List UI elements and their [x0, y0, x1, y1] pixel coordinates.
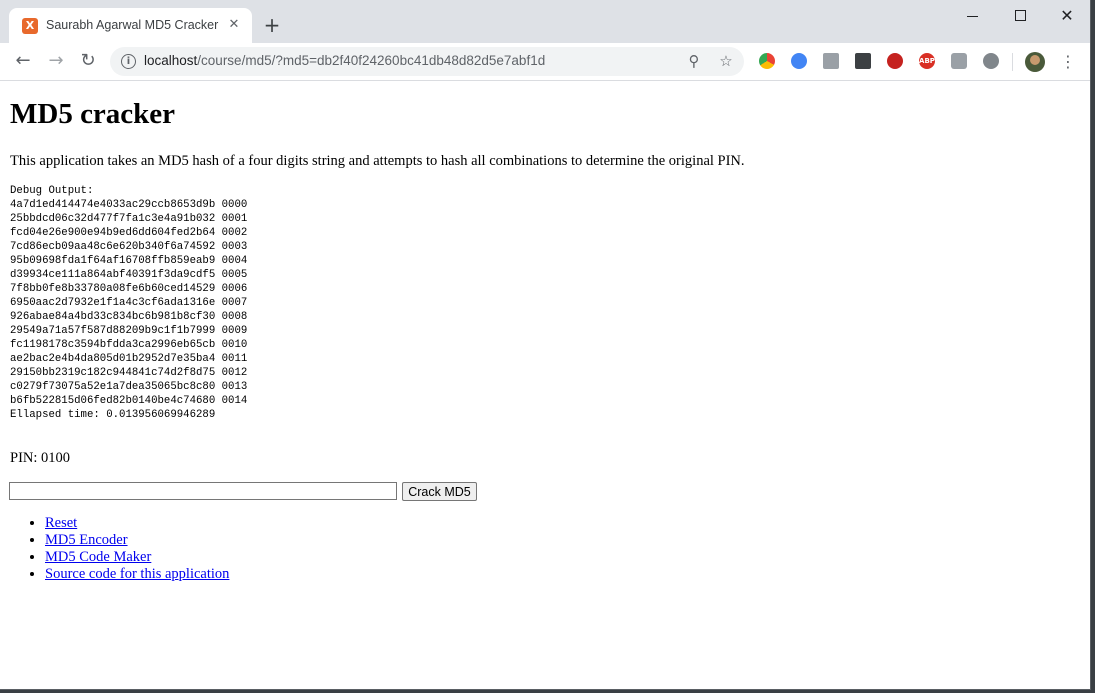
debug-line: d39934ce111a864abf40391f3da9cdf5 0005 [10, 269, 248, 281]
md5-input[interactable] [9, 482, 397, 500]
camera-extension-icon[interactable] [951, 53, 967, 69]
debug-line: 29549a71a57f587d88209b9c1f1b7999 0009 [10, 325, 248, 337]
minimize-icon [967, 16, 978, 17]
bookmark-star-icon[interactable]: ☆ [717, 52, 735, 70]
site-info-icon[interactable]: i [121, 54, 136, 69]
maximize-button[interactable] [997, 4, 1043, 28]
url-path: /course/md5/?md5=db2f40f24260bc41db48d82… [197, 53, 546, 68]
sync-extension-icon[interactable] [791, 53, 807, 69]
browser-toolbar: ← → ↻ i localhost/course/md5/?md5=db2f40… [0, 43, 1090, 81]
url-host: localhost [144, 53, 198, 68]
debug-line: 7cd86ecb09aa48c6e620b340f6a74592 0003 [10, 241, 248, 253]
list-item: Source code for this application [45, 566, 229, 583]
elapsed-time: Ellapsed time: 0.013956069946289 [10, 409, 216, 421]
list-item: MD5 Encoder [45, 532, 229, 549]
page-description: This application takes an MD5 hash of a … [10, 153, 745, 169]
page-content: MD5 cracker This application takes an MD… [0, 81, 1090, 689]
debug-line: b6fb522815d06fed82b0140be4c74680 0014 [10, 395, 248, 407]
debug-label: Debug Output: [10, 185, 94, 197]
crack-md5-button[interactable]: Crack MD5 [402, 482, 477, 501]
chrome-extension-icon[interactable] [759, 53, 775, 69]
debug-line: ae2bac2e4b4da805d01b2952d7e35ba4 0011 [10, 353, 248, 365]
tab-title: Saurabh Agarwal MD5 Cracker [46, 18, 219, 32]
browser-menu-icon[interactable]: ⋮ [1060, 51, 1076, 73]
debug-line: 6950aac2d7932e1f1a4c3cf6ada1316e 0007 [10, 297, 248, 309]
block-extension-icon[interactable] [887, 53, 903, 69]
url-text[interactable]: localhost/course/md5/?md5=db2f40f24260bc… [144, 53, 545, 68]
browser-window: X Saurabh Agarwal MD5 Cracker ✕ + ✕ ← → … [0, 0, 1090, 689]
list-item: MD5 Code Maker [45, 549, 229, 566]
tab-close-icon[interactable]: ✕ [226, 17, 242, 33]
new-tab-button[interactable]: + [262, 15, 282, 35]
debug-line: 4a7d1ed414474e4033ac29ccb8653d9b 0000 [10, 199, 248, 211]
links-list: Reset MD5 Encoder MD5 Code Maker Source … [0, 515, 229, 583]
adblock-extension-icon[interactable]: ABP [919, 53, 935, 69]
list-item: Reset [45, 515, 229, 532]
copy-extension-icon[interactable] [823, 53, 839, 69]
profile-avatar[interactable] [1025, 52, 1045, 72]
md5-code-maker-link[interactable]: MD5 Code Maker [45, 549, 151, 565]
reload-button[interactable]: ↻ [76, 49, 100, 73]
xampp-favicon-icon: X [22, 18, 38, 34]
reset-link[interactable]: Reset [45, 515, 77, 531]
address-bar[interactable]: i localhost/course/md5/?md5=db2f40f24260… [110, 47, 744, 76]
debug-line: 7f8bb0fe8b33780a08fe6b60ced14529 0006 [10, 283, 248, 295]
debug-line: 25bbdcd06c32d477f7fa1c3e4a91b032 0001 [10, 213, 248, 225]
zoom-icon[interactable]: ⚲ [685, 52, 703, 70]
md5-encoder-link[interactable]: MD5 Encoder [45, 532, 128, 548]
minimize-button[interactable] [950, 4, 996, 28]
tab-active[interactable]: X Saurabh Agarwal MD5 Cracker ✕ [9, 8, 252, 43]
debug-line: 29150bb2319c182c944841c74d2f8d75 0012 [10, 367, 248, 379]
close-window-button[interactable]: ✕ [1044, 4, 1090, 28]
forward-button[interactable]: → [44, 49, 68, 73]
tab-strip: X Saurabh Agarwal MD5 Cracker ✕ + ✕ [0, 0, 1090, 43]
debug-line: fc1198178c3594bfdda3ca2996eb65cb 0010 [10, 339, 248, 351]
debug-line: fcd04e26e900e94b9ed6dd604fed2b64 0002 [10, 227, 248, 239]
pin-result: PIN: 0100 [10, 450, 71, 466]
page-title: MD5 cracker [10, 98, 176, 130]
debug-line: 926abae84a4bd33c834bc6b981b8cf30 0008 [10, 311, 248, 323]
debug-line: c0279f73075a52e1a7dea35065bc8c80 0013 [10, 381, 248, 393]
toolbar-separator [1012, 53, 1013, 71]
back-button[interactable]: ← [11, 49, 35, 73]
download-extension-icon[interactable] [855, 53, 871, 69]
source-code-link[interactable]: Source code for this application [45, 566, 229, 582]
debug-line: 95b09698fda1f64af16708ffb859eab9 0004 [10, 255, 248, 267]
debug-output: Debug Output: 4a7d1ed414474e4033ac29ccb86… [10, 184, 247, 422]
settings-extension-icon[interactable] [983, 53, 999, 69]
maximize-icon [1015, 10, 1026, 21]
